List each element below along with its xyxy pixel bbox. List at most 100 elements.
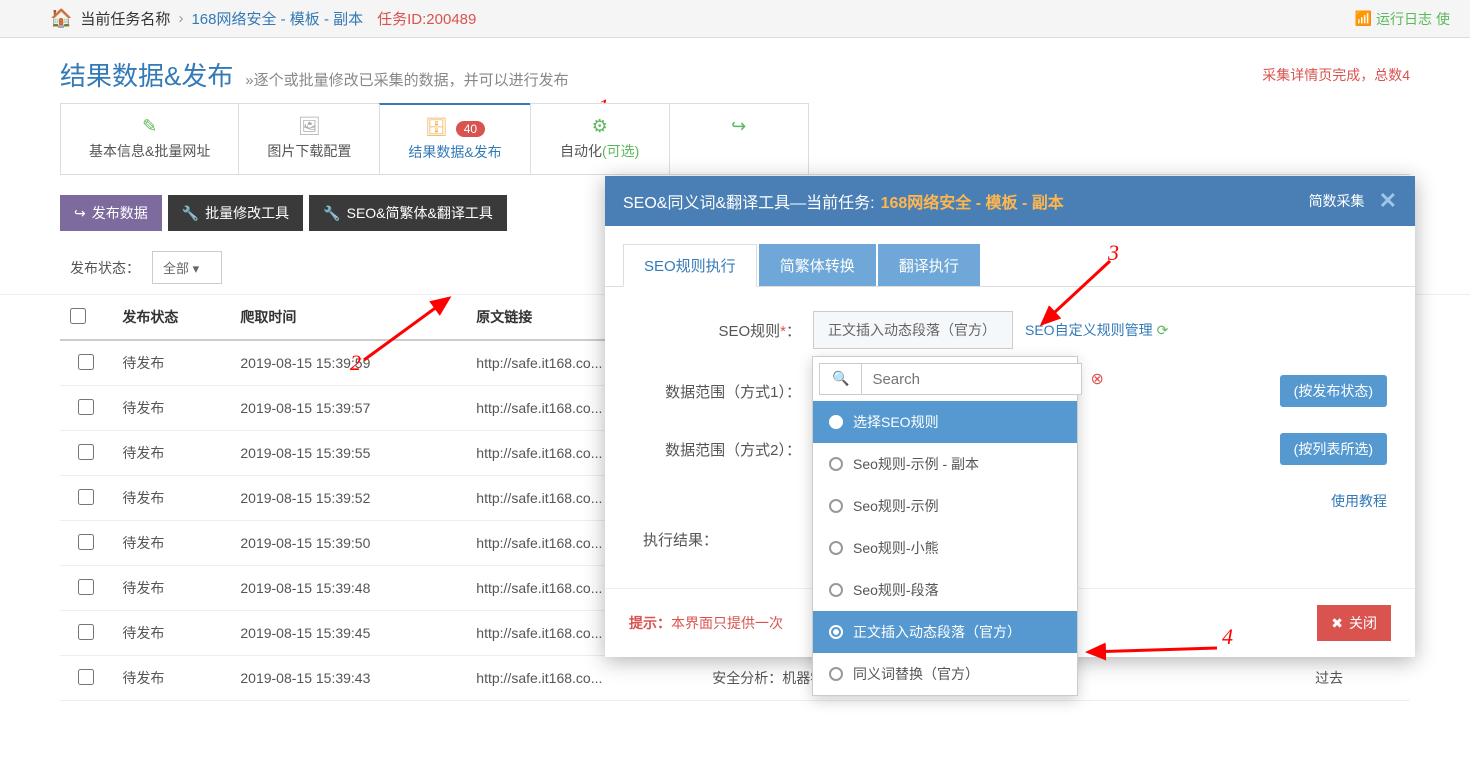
radio-icon — [829, 667, 843, 681]
search-icon[interactable]: 🔍 — [819, 363, 862, 395]
cell-status: 待发布 — [112, 521, 230, 566]
modal-tab-translate[interactable]: 翻译执行 — [878, 244, 980, 286]
tutorial-link[interactable]: 使用教程 — [1331, 491, 1387, 511]
row-checkbox[interactable] — [78, 399, 94, 415]
cell-desc: 过去 — [1305, 656, 1410, 701]
required-mark: * — [780, 323, 786, 340]
cell-time: 2019-08-15 15:39:43 — [230, 656, 466, 701]
range2-button[interactable]: (按列表所选) — [1280, 433, 1387, 465]
publish-button[interactable]: ↪ 发布数据 — [60, 195, 162, 231]
result-label: 执行结果： — [633, 529, 730, 550]
page-head: 结果数据&发布 »逐个或批量修改已采集的数据，并可以进行发布 采集详情页完成，总… — [0, 38, 1470, 103]
batch-edit-button[interactable]: 🔧 批量修改工具 — [168, 195, 303, 231]
row-checkbox[interactable] — [78, 444, 94, 460]
tab-suffix: (可选) — [602, 143, 639, 159]
tab-label: 自动化 — [560, 143, 602, 159]
tab-label: 图片下载配置 — [267, 141, 351, 161]
modal-tab-seo[interactable]: SEO规则执行 — [623, 244, 757, 287]
row-checkbox[interactable] — [78, 354, 94, 370]
top-right: 📶 运行日志 使 — [1355, 9, 1450, 29]
row-checkbox[interactable] — [78, 669, 94, 685]
cell-status: 待发布 — [112, 656, 230, 701]
radio-icon — [829, 499, 843, 513]
btn-label: 发布数据 — [92, 203, 148, 223]
cell-url: http://safe.it168.co... — [466, 656, 702, 701]
page-subtitle: »逐个或批量修改已采集的数据，并可以进行发布 — [245, 72, 568, 89]
modal-tabs: SEO规则执行 简繁体转换 翻译执行 — [605, 226, 1415, 287]
cell-time: 2019-08-15 15:39:50 — [230, 521, 466, 566]
run-log-link[interactable]: 运行日志 — [1376, 9, 1432, 29]
row-checkbox[interactable] — [78, 624, 94, 640]
footer-tip: 提示：本界面只提供一次 — [629, 613, 783, 633]
radio-icon — [829, 583, 843, 597]
cell-status: 待发布 — [112, 476, 230, 521]
tab-result-data[interactable]: 🗄 40 结果数据&发布 — [379, 103, 530, 174]
row-checkbox[interactable] — [78, 534, 94, 550]
row-checkbox[interactable] — [78, 579, 94, 595]
radio-icon — [829, 415, 843, 429]
cell-time: 2019-08-15 15:39:57 — [230, 386, 466, 431]
tab-image-download[interactable]: 🖼 图片下载配置 — [238, 103, 380, 174]
refresh-icon: ⟳ — [1157, 322, 1169, 339]
dropdown-item[interactable]: 正文插入动态段落（官方） — [813, 611, 1077, 653]
wrench-icon: 🔧 — [182, 205, 199, 222]
tab-label: 结果数据&发布 — [408, 142, 501, 162]
tab-basic-info[interactable]: ✎ 基本信息&批量网址 — [60, 103, 239, 174]
cell-status: 待发布 — [112, 386, 230, 431]
tab-label: 基本信息&批量网址 — [89, 141, 210, 161]
wrench-icon: 🔧 — [323, 205, 340, 222]
close-icon[interactable]: ✕ — [1379, 188, 1397, 214]
cell-status: 待发布 — [112, 566, 230, 611]
edit-icon: ✎ — [142, 116, 157, 137]
dropdown-item[interactable]: Seo规则-示例 — [813, 485, 1077, 527]
top-right-suffix: 使 — [1436, 9, 1450, 29]
btn-label: 批量修改工具 — [205, 203, 289, 223]
dropdown-item[interactable]: Seo规则-小熊 — [813, 527, 1077, 569]
cell-time: 2019-08-15 15:39:45 — [230, 611, 466, 656]
filter-select[interactable]: 全部 ▾ — [152, 251, 222, 284]
image-icon: 🖼 — [298, 116, 321, 137]
dropdown-item[interactable]: 同义词替换（官方） — [813, 653, 1077, 695]
main-tabs-wrap: ✎ 基本信息&批量网址 🖼 图片下载配置 🗄 40 结果数据&发布 ⚙ 自动化(… — [0, 103, 1470, 175]
collect-info: 采集详情页完成，总数4 — [1262, 65, 1410, 85]
th-status: 发布状态 — [112, 295, 230, 340]
share-icon: ↪ — [731, 116, 746, 137]
dropdown-search-row: 🔍 ⊗ — [813, 357, 1077, 401]
cell-time: 2019-08-15 15:39:48 — [230, 566, 466, 611]
rule-dropdown: 🔍 ⊗ 选择SEO规则 Seo规则-示例 - 副本Seo规则-示例Seo规则-小… — [812, 356, 1078, 696]
breadcrumb-current-label: 当前任务名称 — [80, 8, 170, 29]
share-icon: ↪ — [74, 205, 86, 222]
range1-button[interactable]: (按发布状态) — [1280, 375, 1387, 407]
tab-badge: 40 — [456, 121, 485, 137]
home-icon[interactable]: 🏠 — [50, 8, 72, 29]
breadcrumb-task-link[interactable]: 168网络安全 - 模板 - 副本 — [191, 8, 363, 29]
close-button[interactable]: ✖ 关闭 — [1317, 605, 1391, 641]
breadcrumb-separator: › — [178, 10, 183, 27]
btn-label: SEO&简繁体&翻译工具 — [347, 203, 493, 223]
seo-tool-button[interactable]: 🔧 SEO&简繁体&翻译工具 — [309, 195, 507, 231]
range2-label: 数据范围（方式2）： — [633, 439, 813, 460]
cell-time: 2019-08-15 15:39:52 — [230, 476, 466, 521]
select-all-checkbox[interactable] — [70, 308, 86, 324]
table-row[interactable]: 待发布 2019-08-15 15:39:43 http://safe.it16… — [60, 656, 1410, 701]
tab-extra[interactable]: ↪ — [669, 103, 809, 174]
dropdown-header[interactable]: 选择SEO规则 — [813, 401, 1077, 443]
modal-brand: 简数采集 — [1309, 191, 1365, 211]
radio-icon — [829, 625, 843, 639]
modal-tab-trad[interactable]: 简繁体转换 — [759, 244, 876, 286]
row-checkbox[interactable] — [78, 489, 94, 505]
cell-time: 2019-08-15 15:39:59 — [230, 340, 466, 386]
tab-automation[interactable]: ⚙ 自动化(可选) — [530, 103, 670, 174]
gear-icon: ⚙ — [592, 116, 608, 137]
modal-header: SEO&同义词&翻译工具—当前任务: 168网络安全 - 模板 - 副本 简数采… — [605, 176, 1415, 226]
rule-manage-link[interactable]: SEO自定义规则管理 ⟳ — [1025, 320, 1168, 340]
radio-icon — [829, 541, 843, 555]
cell-status: 待发布 — [112, 611, 230, 656]
clear-icon[interactable]: ⊗ — [1082, 363, 1111, 395]
breadcrumb: 🏠 当前任务名称 › 168网络安全 - 模板 - 副本 任务ID:200489 — [50, 8, 476, 29]
dropdown-item[interactable]: Seo规则-示例 - 副本 — [813, 443, 1077, 485]
dropdown-item[interactable]: Seo规则-段落 — [813, 569, 1077, 611]
rule-combo[interactable]: 正文插入动态段落（官方） — [813, 311, 1013, 349]
dropdown-search-input[interactable] — [862, 363, 1082, 395]
form-row-rule: SEO规则*： 正文插入动态段落（官方） SEO自定义规则管理 ⟳ — [633, 311, 1387, 349]
